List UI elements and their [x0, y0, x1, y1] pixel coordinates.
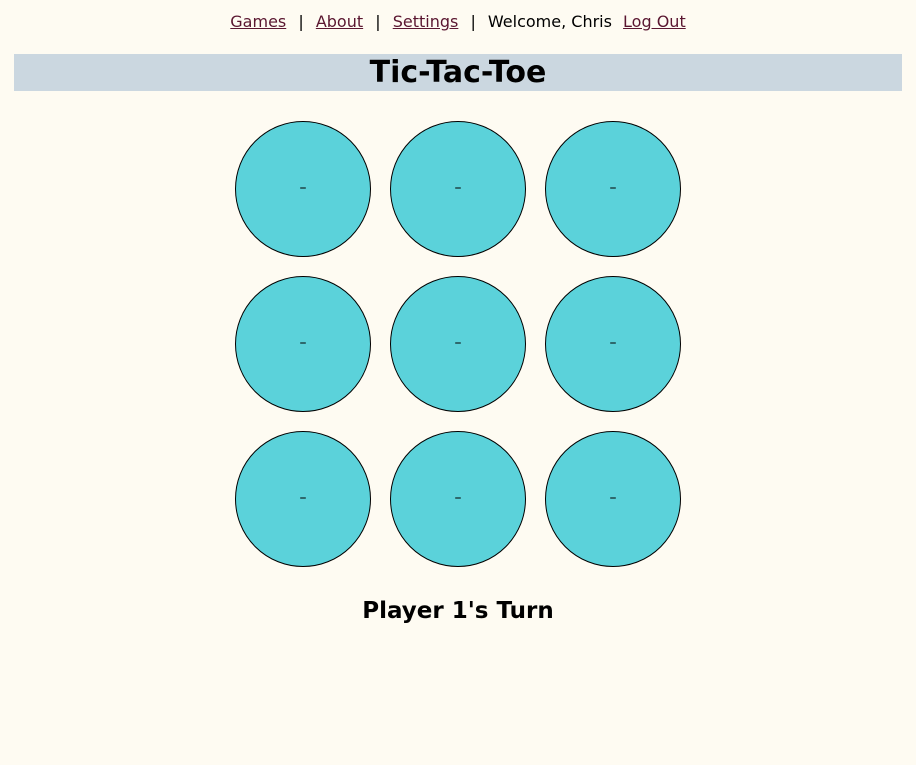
nav-settings-link[interactable]: Settings	[393, 12, 459, 31]
welcome-text: Welcome, Chris	[487, 12, 612, 31]
logout-link[interactable]: Log Out	[623, 12, 686, 31]
board-cell-8[interactable]: –	[390, 431, 526, 567]
board-cell-2[interactable]: –	[390, 121, 526, 257]
board-cell-1[interactable]: –	[235, 121, 371, 257]
nav-separator: |	[470, 12, 476, 31]
board-cell-6[interactable]: –	[545, 276, 681, 412]
nav-games-link[interactable]: Games	[230, 12, 286, 31]
board-cell-4[interactable]: –	[235, 276, 371, 412]
board-cell-7[interactable]: –	[235, 431, 371, 567]
turn-status: Player 1's Turn	[362, 598, 554, 624]
board-cell-5[interactable]: –	[390, 276, 526, 412]
page-title: Tic-Tac-Toe	[369, 55, 547, 90]
nav-about-link[interactable]: About	[316, 12, 363, 31]
board-cell-9[interactable]: –	[545, 431, 681, 567]
nav-separator: |	[375, 12, 381, 31]
game-board: – – – – – – – – –	[235, 121, 681, 567]
board-cell-3[interactable]: –	[545, 121, 681, 257]
top-nav: Games | About | Settings | Welcome, Chri…	[0, 10, 916, 36]
title-banner: Tic-Tac-Toe	[14, 54, 902, 91]
nav-separator: |	[298, 12, 304, 31]
